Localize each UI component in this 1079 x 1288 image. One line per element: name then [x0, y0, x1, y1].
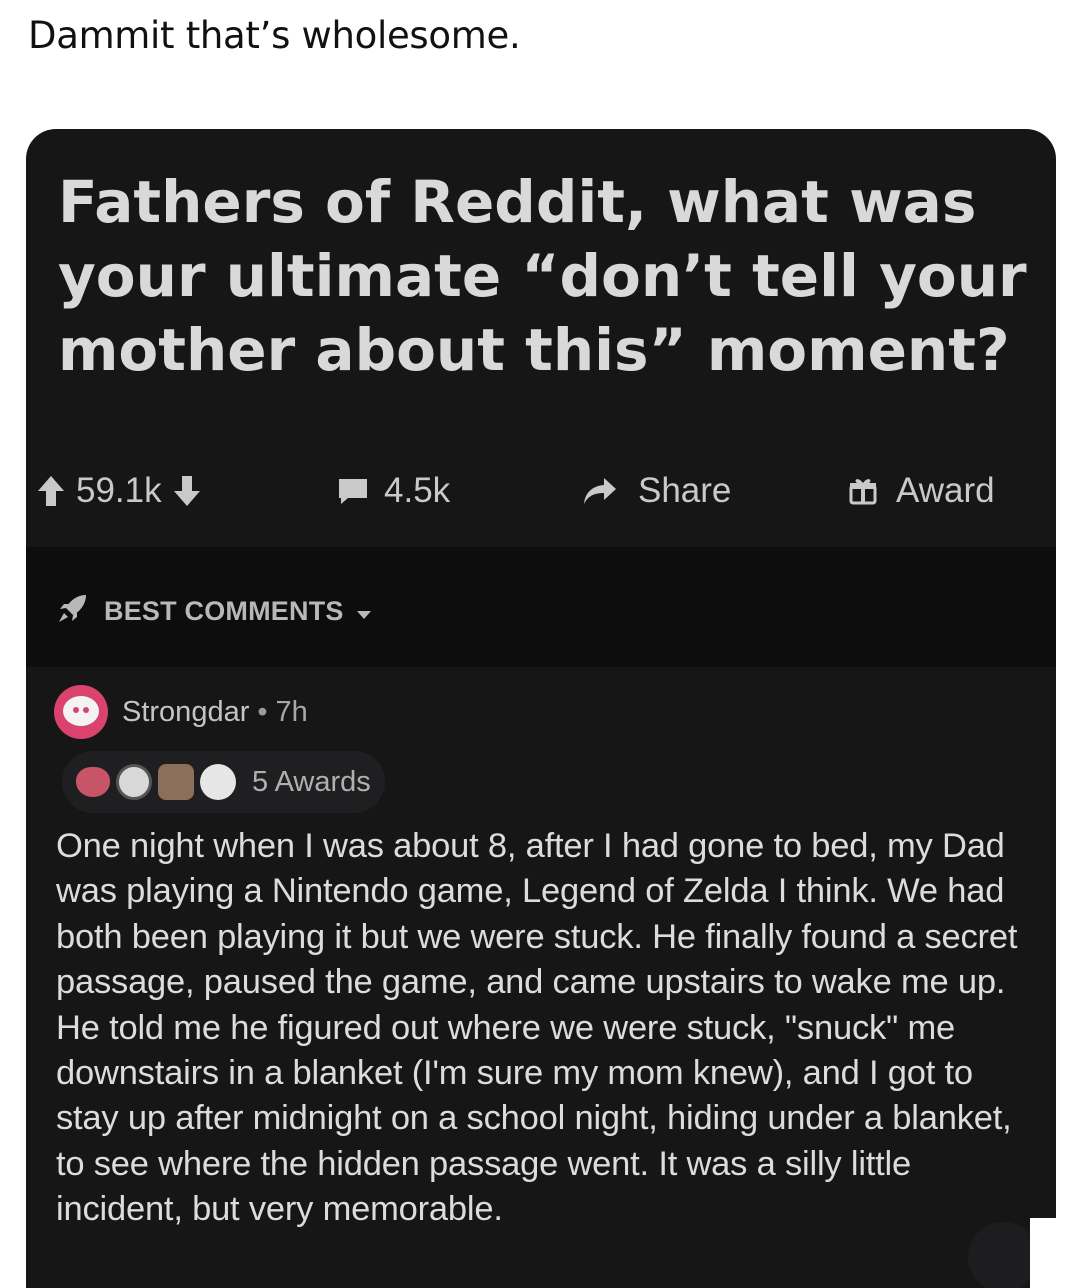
comments-button[interactable]: 4.5k	[336, 467, 450, 515]
comment-age: 7h	[275, 695, 308, 728]
vote-control: 59.1k	[36, 467, 202, 515]
vote-count: 59.1k	[76, 471, 162, 510]
sort-label: BEST COMMENTS	[104, 596, 344, 626]
tweet-caption: Dammit that’s wholesome.	[28, 14, 521, 57]
comment-sort-bar: BEST COMMENTS	[26, 547, 1056, 667]
silver-award-icon	[200, 764, 236, 800]
awards-count: 5 Awards	[252, 765, 371, 798]
comment-author[interactable]: Strongdar	[122, 696, 249, 729]
rocket-icon	[56, 591, 90, 632]
sort-dropdown[interactable]: BEST COMMENTS	[56, 591, 372, 632]
comment-header: Strongdar • 7h	[54, 685, 308, 739]
share-button[interactable]: Share	[582, 467, 731, 515]
post-title[interactable]: Fathers of Reddit, what was your ultimat…	[58, 165, 1038, 387]
award-button[interactable]: Award	[848, 467, 995, 515]
award-label: Award	[896, 471, 995, 510]
comments-count: 4.5k	[384, 471, 451, 510]
wholesome-award-icon	[116, 764, 152, 800]
share-label: Share	[638, 471, 732, 510]
comment-icon	[336, 476, 370, 506]
caret-down-icon	[356, 596, 372, 627]
avatar-face	[63, 696, 99, 726]
separator-dot: •	[257, 695, 268, 728]
corner-crop	[1030, 1218, 1079, 1288]
heart-award-icon	[76, 767, 110, 797]
share-icon	[582, 476, 618, 506]
comment-body: One night when I was about 8, after I ha…	[56, 827, 1018, 1229]
award-icon	[848, 476, 878, 506]
awards-pill[interactable]: 5 Awards	[62, 751, 385, 813]
reddit-post-card: Fathers of Reddit, what was your ultimat…	[26, 129, 1056, 1288]
floating-button[interactable]	[968, 1222, 1038, 1288]
mug-award-icon	[158, 764, 194, 800]
downvote-icon[interactable]	[172, 474, 202, 508]
post-action-bar: 59.1k 4.5k Share Award	[26, 459, 1056, 523]
avatar[interactable]	[54, 685, 108, 739]
upvote-icon[interactable]	[36, 474, 66, 508]
